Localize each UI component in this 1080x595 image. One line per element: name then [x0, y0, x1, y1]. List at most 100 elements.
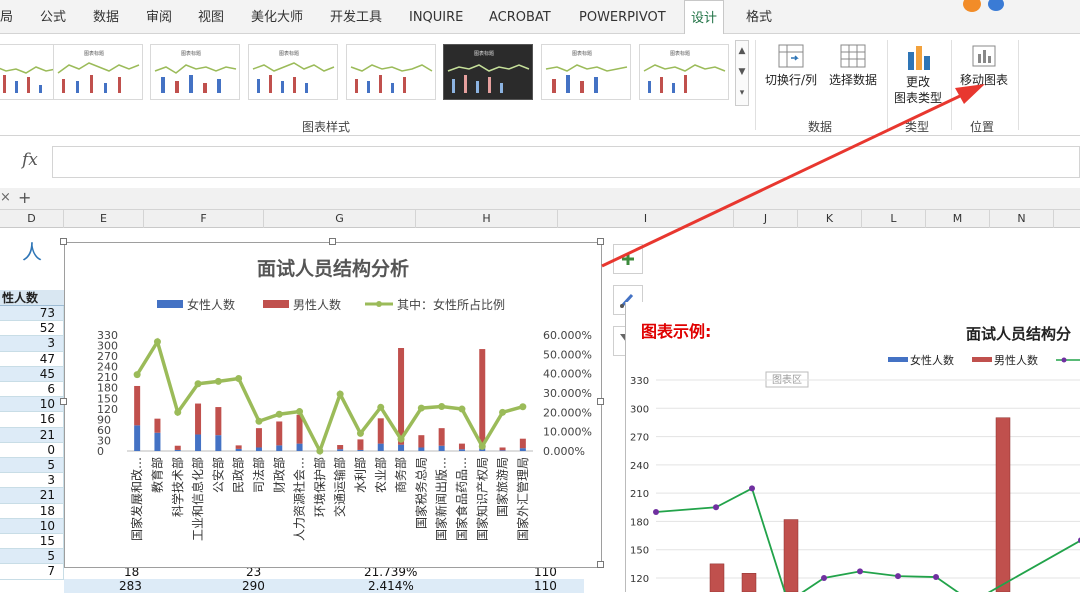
cell-value[interactable]: 16	[0, 412, 64, 428]
ratio-point[interactable]	[174, 408, 182, 416]
bar-male[interactable]	[235, 445, 242, 449]
chart-style-1[interactable]	[0, 44, 60, 100]
tab-data[interactable]: 数据	[93, 0, 119, 34]
legend-ratio[interactable]: 其中：女性所占比例	[397, 297, 505, 312]
column-header[interactable]: G	[264, 210, 416, 228]
bar-male[interactable]	[134, 385, 141, 426]
resize-handle[interactable]	[60, 398, 67, 405]
ratio-point[interactable]	[296, 408, 304, 416]
cell-value[interactable]: 10	[0, 397, 64, 413]
legend-male[interactable]: 男性人数	[293, 297, 341, 312]
bar-male[interactable]	[418, 435, 425, 448]
tab-developer[interactable]: 开发工具	[330, 0, 382, 34]
bar-male[interactable]	[479, 349, 486, 449]
legend-female[interactable]: 女性人数	[187, 297, 235, 312]
bar-male[interactable]	[499, 447, 506, 451]
resize-handle[interactable]	[597, 238, 604, 245]
bar-male[interactable]	[438, 428, 445, 446]
cell-f[interactable]: 290	[242, 579, 265, 593]
bar-male[interactable]	[255, 428, 262, 448]
tab-view[interactable]: 视图	[198, 0, 224, 34]
bar-female[interactable]	[296, 443, 303, 451]
legend-male[interactable]: 男性人数	[994, 353, 1038, 367]
bar-female[interactable]	[398, 444, 405, 451]
cell-value[interactable]: 15	[0, 534, 64, 550]
example-ratio-point[interactable]	[895, 573, 901, 580]
cell-value[interactable]: 7	[0, 564, 64, 580]
example-bar-male[interactable]	[741, 573, 757, 593]
chart-style-5[interactable]	[346, 44, 436, 100]
tab-beautify[interactable]: 美化大师	[251, 0, 303, 34]
bar-female[interactable]	[134, 425, 141, 451]
bar-male[interactable]	[377, 418, 384, 444]
ratio-point[interactable]	[458, 405, 466, 413]
example-ratio-point[interactable]	[653, 509, 659, 515]
resize-handle[interactable]	[597, 561, 604, 568]
tab-review[interactable]: 审阅	[146, 0, 172, 34]
ratio-point[interactable]	[275, 410, 283, 418]
bar-male[interactable]	[154, 418, 161, 433]
chart-style-2[interactable]: 图表标题	[53, 44, 143, 100]
resize-handle[interactable]	[597, 398, 604, 405]
resize-handle[interactable]	[329, 238, 336, 245]
cell-h[interactable]: 110	[534, 579, 557, 593]
cell-g[interactable]: 2.414%	[368, 579, 414, 593]
column-header[interactable]: J	[734, 210, 798, 228]
cell-value[interactable]: 5	[0, 549, 64, 565]
cell-value[interactable]: 21	[0, 427, 64, 443]
function-icon[interactable]: fx	[22, 150, 38, 170]
bar-female[interactable]	[337, 449, 344, 451]
ratio-point[interactable]	[255, 417, 263, 425]
select-data-button[interactable]: 选择数据	[824, 42, 882, 88]
example-ratio-point[interactable]	[857, 568, 863, 575]
ratio-point[interactable]	[316, 447, 324, 455]
bar-male[interactable]	[195, 403, 202, 435]
bar-male[interactable]	[276, 421, 283, 446]
bar-male[interactable]	[337, 445, 344, 450]
bar-female[interactable]	[174, 449, 181, 451]
ratio-line[interactable]	[135, 337, 524, 456]
tab-formulas[interactable]: 公式	[40, 0, 66, 34]
ratio-point[interactable]	[417, 404, 425, 412]
ratio-point[interactable]	[194, 380, 202, 388]
cell-value[interactable]: 6	[0, 382, 64, 398]
ratio-point[interactable]	[438, 403, 446, 411]
bar-male[interactable]	[174, 445, 181, 450]
combo-chart[interactable]: 面试人员结构分析 女性人数 男性人数 其中：女性所占比例 330 300 270 24…	[64, 242, 602, 568]
bar-female[interactable]	[499, 450, 506, 451]
more-icon[interactable]: ▾	[736, 83, 748, 104]
tab-acrobat[interactable]: ACROBAT	[489, 0, 551, 34]
cell-value[interactable]: 18	[0, 503, 64, 519]
example-bar-male[interactable]	[709, 563, 725, 593]
column-header[interactable]: E	[64, 210, 144, 228]
cell-value[interactable]: 10	[0, 518, 64, 534]
cell-value[interactable]: 3	[0, 473, 64, 489]
ratio-point[interactable]	[377, 403, 385, 411]
cell-e[interactable]: 283	[119, 579, 142, 593]
bar-female[interactable]	[377, 443, 384, 451]
chart-style-3[interactable]: 图表标题	[150, 44, 240, 100]
example-bar-male[interactable]	[783, 519, 799, 593]
bar-male[interactable]	[519, 438, 526, 449]
tab-design[interactable]: 设计	[684, 0, 725, 35]
chart-elements-button[interactable]	[613, 244, 643, 274]
tab-layout[interactable]: 局	[0, 0, 13, 34]
example-ratio-point[interactable]	[821, 575, 827, 581]
bar-male[interactable]	[357, 439, 364, 450]
column-d-header-cell[interactable]: 性人数	[0, 290, 64, 306]
bar-male[interactable]	[215, 407, 222, 436]
style-gallery-scroll[interactable]: ▲ ▼ ▾	[735, 40, 749, 106]
add-sheet-icon[interactable]: +	[18, 188, 31, 207]
example-ratio-point[interactable]	[749, 485, 755, 492]
example-chart[interactable]: 面试人员结构分 女性人数 男性人数 图表区 330 300 270 240 210 180…	[625, 302, 1080, 595]
chart-title[interactable]: 面试人员结构分析	[257, 257, 409, 280]
chevron-down-icon[interactable]: ▼	[736, 62, 748, 83]
cell-value[interactable]: 3	[0, 336, 64, 352]
cell-value[interactable]: 73	[0, 306, 64, 322]
bar-female[interactable]	[438, 445, 445, 451]
cell-value[interactable]: 45	[0, 366, 64, 382]
example-bar-male[interactable]	[995, 417, 1011, 593]
switch-row-col-button[interactable]: 切换行/列	[762, 42, 820, 88]
chevron-up-icon[interactable]: ▲	[736, 41, 748, 62]
chart-style-6[interactable]: 图表标题	[443, 44, 533, 100]
